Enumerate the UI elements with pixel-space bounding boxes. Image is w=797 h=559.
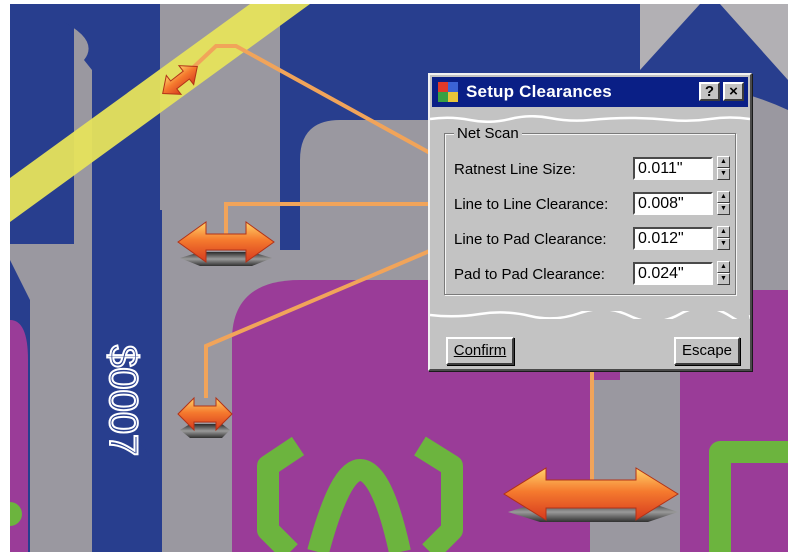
ratnest-line-size-field[interactable]: 0.011" xyxy=(633,157,713,180)
dialog-titlebar[interactable]: Setup Clearances ? × xyxy=(432,77,748,107)
torn-edge-divider xyxy=(430,115,750,123)
spin-up-icon[interactable]: ▲ xyxy=(717,226,730,238)
pad-to-pad-label: Pad to Pad Clearance: xyxy=(454,266,605,283)
escape-button[interactable]: Escape xyxy=(674,337,740,365)
spin-down-icon[interactable]: ▼ xyxy=(717,203,730,215)
confirm-button-label: Confirm xyxy=(453,342,507,359)
app-icon xyxy=(438,82,458,102)
net-scan-group-label: Net Scan xyxy=(454,125,522,142)
setup-clearances-dialog: Setup Clearances ? × Net Scan Ratnest Li… xyxy=(428,73,752,371)
spin-up-icon[interactable]: ▲ xyxy=(717,156,730,168)
confirm-button[interactable]: Confirm xyxy=(446,337,514,365)
ratnest-line-size-label: Ratnest Line Size: xyxy=(454,161,576,178)
ratnest-line-size-spinner[interactable]: ▲ ▼ xyxy=(717,156,730,181)
spin-down-icon[interactable]: ▼ xyxy=(717,273,730,285)
spin-down-icon[interactable]: ▼ xyxy=(717,168,730,180)
dialog-title: Setup Clearances xyxy=(466,82,612,101)
close-button[interactable]: × xyxy=(723,82,744,101)
pad-to-pad-field[interactable]: 0.024" xyxy=(633,262,713,285)
silkscreen-text: $0007 xyxy=(100,344,146,457)
svg-text:$0007: $0007 xyxy=(101,345,145,456)
pad-to-pad-spinner[interactable]: ▲ ▼ xyxy=(717,261,730,286)
line-to-pad-spinner[interactable]: ▲ ▼ xyxy=(717,226,730,251)
help-button[interactable]: ? xyxy=(699,82,720,101)
spin-up-icon[interactable]: ▲ xyxy=(717,191,730,203)
line-to-line-spinner[interactable]: ▲ ▼ xyxy=(717,191,730,216)
line-to-pad-label: Line to Pad Clearance: xyxy=(454,231,607,248)
spin-down-icon[interactable]: ▼ xyxy=(717,238,730,250)
line-to-line-field[interactable]: 0.008" xyxy=(633,192,713,215)
torn-edge-divider xyxy=(430,311,750,319)
escape-button-label: Escape xyxy=(681,342,733,359)
line-to-line-label: Line to Line Clearance: xyxy=(454,196,609,213)
spin-up-icon[interactable]: ▲ xyxy=(717,261,730,273)
line-to-pad-field[interactable]: 0.012" xyxy=(633,227,713,250)
